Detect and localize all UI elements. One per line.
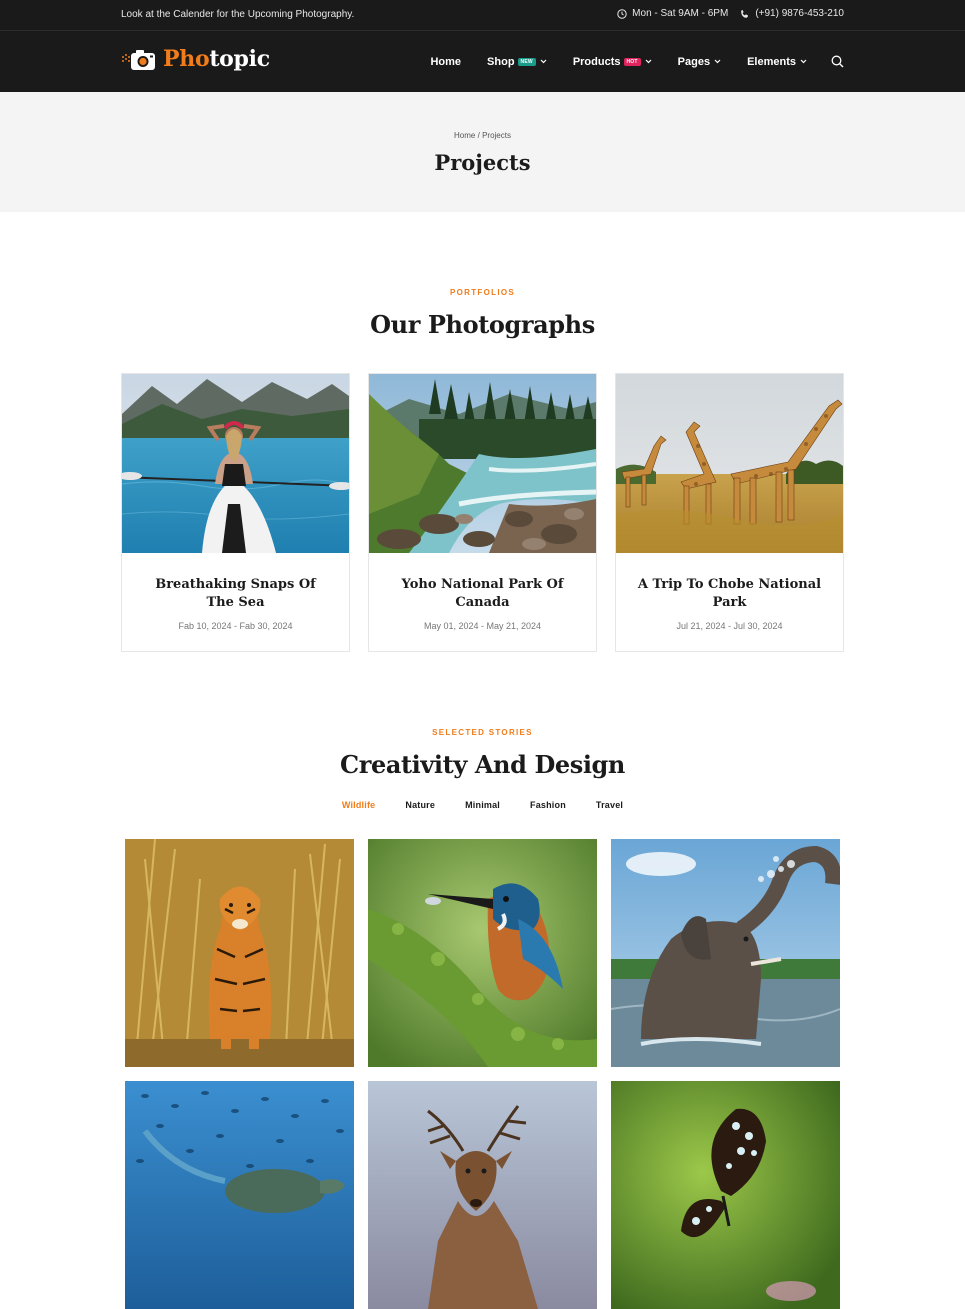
card-dates: Fab 10, 2024 - Fab 30, 2024 [178, 621, 293, 631]
top-bar-message: Look at the Calender for the Upcoming Ph… [121, 9, 355, 20]
stories-eyebrow: SELECTED STORIES [432, 728, 533, 737]
nav-home-label: Home [430, 55, 462, 68]
site-logo[interactable]: Photopic [121, 46, 270, 72]
deer-photo [368, 1081, 597, 1309]
main-nav: Home Shop NEW Products HOT Pages Element… [404, 31, 844, 92]
gallery-item[interactable] [368, 1081, 597, 1309]
portfolio-card[interactable]: Yoho National Park Of Canada May 01, 202… [368, 373, 597, 652]
logo-accent: Pho [163, 46, 210, 72]
clock-icon [617, 8, 627, 19]
nav-elements[interactable]: Elements [747, 56, 807, 68]
nav-home[interactable]: Home [430, 56, 461, 68]
hours-text: Mon - Sat 9AM - 6PM [632, 8, 729, 19]
breadcrumb-home[interactable]: Home [454, 131, 475, 140]
camera-icon [122, 50, 155, 70]
nav-products-label: Products [572, 55, 621, 68]
page-header: Home / Projects Projects [0, 92, 965, 212]
hot-badge: HOT [623, 57, 641, 66]
card-dates: Jul 21, 2024 - Jul 30, 2024 [676, 621, 783, 631]
filter-wildlife[interactable]: Wildlife [342, 800, 376, 810]
portfolio-card[interactable]: Breathaking Snaps Of The Sea Fab 10, 202… [121, 373, 350, 652]
nav-elements-label: Elements [747, 55, 796, 68]
top-bar: Look at the Calender for the Upcoming Ph… [0, 0, 965, 31]
phone-contact[interactable]: (+91) 9876-453-210 [740, 8, 844, 19]
card-title: A Trip To Chobe National Park [637, 577, 822, 610]
filter-travel[interactable]: Travel [596, 800, 623, 810]
chevron-down-icon [540, 59, 547, 64]
kayak-sea-photo [122, 374, 349, 553]
butterfly-photo [611, 1081, 840, 1309]
phone-text: (+91) 9876-453-210 [755, 8, 844, 19]
search-icon [831, 55, 844, 68]
portfolio-eyebrow: PORTFOLIOS [450, 288, 515, 297]
stories-title: Creativity And Design [340, 750, 625, 779]
nav-shop-label: Shop [487, 55, 515, 68]
gallery-item[interactable] [125, 1081, 354, 1309]
portfolio-title: Our Photographs [370, 310, 595, 339]
top-bar-contact: Mon - Sat 9AM - 6PM (+91) 9876-453-210 [605, 8, 844, 19]
logo-text: Photopic [163, 46, 270, 72]
nav-pages[interactable]: Pages [678, 56, 721, 68]
filter-fashion[interactable]: Fashion [530, 800, 566, 810]
filter-nature[interactable]: Nature [405, 800, 435, 810]
new-badge: NEW [517, 57, 536, 66]
breadcrumb-current: Projects [482, 131, 511, 140]
tiger-photo [125, 839, 354, 1067]
main-header: Photopic Home Shop NEW Products HOT Page… [0, 31, 965, 92]
phone-icon [741, 9, 749, 18]
giraffes-photo [616, 374, 843, 553]
elephant-photo [611, 839, 840, 1067]
nav-products[interactable]: Products HOT [573, 56, 652, 68]
gallery-item[interactable] [125, 839, 354, 1067]
gallery-item[interactable] [368, 839, 597, 1067]
nav-pages-label: Pages [677, 55, 711, 68]
search-button[interactable] [831, 55, 844, 68]
card-title: Yoho National Park Of Canada [401, 577, 564, 610]
chevron-down-icon [800, 59, 807, 64]
filter-minimal[interactable]: Minimal [465, 800, 500, 810]
card-title: Breathaking Snaps Of The Sea [155, 577, 316, 610]
sea-turtle-photo [125, 1081, 354, 1309]
gallery-filters: Wildlife Nature Minimal Fashion Travel [0, 800, 965, 810]
page-title: Projects [434, 150, 531, 175]
logo-rest: topic [209, 46, 270, 72]
breadcrumb-separator: / [477, 131, 480, 140]
gallery-item[interactable] [611, 1081, 840, 1309]
portfolio-card[interactable]: A Trip To Chobe National Park Jul 21, 20… [615, 373, 844, 652]
chevron-down-icon [714, 59, 721, 64]
gallery-item[interactable] [611, 839, 840, 1067]
nav-shop[interactable]: Shop NEW [487, 56, 547, 68]
mountain-river-photo [369, 374, 596, 553]
kingfisher-photo [368, 839, 597, 1067]
card-dates: May 01, 2024 - May 21, 2024 [423, 621, 542, 631]
business-hours: Mon - Sat 9AM - 6PM [617, 8, 728, 19]
breadcrumb: Home / Projects [0, 131, 965, 140]
chevron-down-icon [645, 59, 652, 64]
